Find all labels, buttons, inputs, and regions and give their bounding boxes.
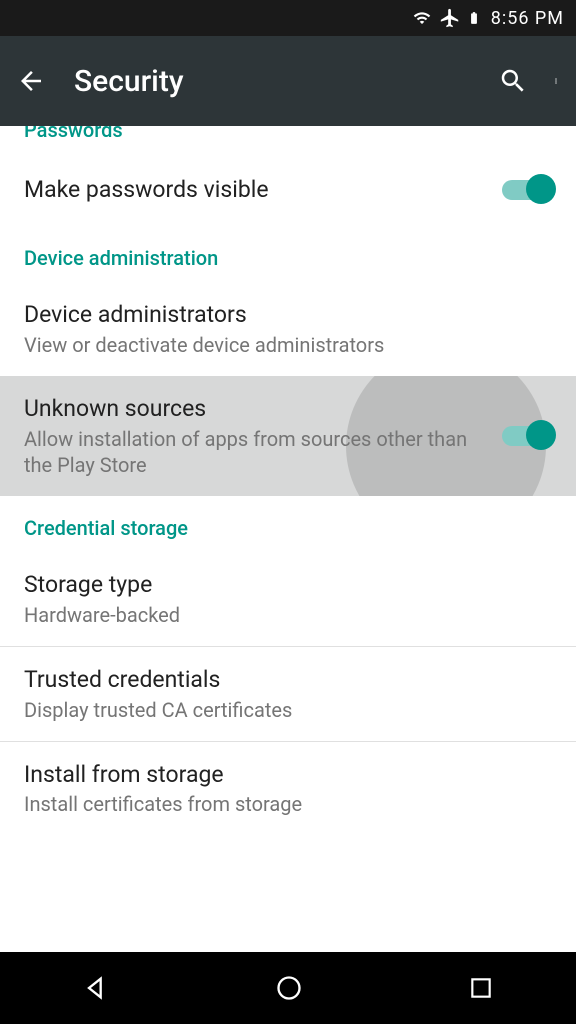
- section-credential-storage: Credential storage: [0, 496, 576, 552]
- page-title: Security: [74, 64, 498, 99]
- setting-subtitle: Hardware-backed: [24, 602, 552, 628]
- setting-title: Make passwords visible: [24, 175, 486, 205]
- section-passwords: Passwords: [0, 126, 576, 154]
- wifi-icon: [411, 9, 433, 27]
- setting-trusted-credentials[interactable]: Trusted credentials Display trusted CA c…: [0, 647, 576, 741]
- setting-storage-type[interactable]: Storage type Hardware-backed: [0, 552, 576, 646]
- battery-icon: [467, 7, 481, 29]
- toggle-unknown-sources[interactable]: [502, 426, 552, 446]
- setting-title: Unknown sources: [24, 394, 486, 424]
- setting-device-administrators[interactable]: Device administrators View or deactivate…: [0, 282, 576, 376]
- setting-title: Storage type: [24, 570, 552, 600]
- status-bar: 8:56 PM: [0, 0, 576, 36]
- setting-unknown-sources[interactable]: Unknown sources Allow installation of ap…: [0, 376, 576, 496]
- search-button[interactable]: [498, 66, 528, 96]
- more-vert-icon: [552, 66, 560, 96]
- setting-title: Trusted credentials: [24, 665, 552, 695]
- arrow-back-icon: [16, 66, 46, 96]
- setting-title: Device administrators: [24, 300, 552, 330]
- status-time: 8:56 PM: [491, 8, 564, 29]
- nav-back-button[interactable]: [82, 974, 110, 1002]
- setting-make-passwords-visible[interactable]: Make passwords visible: [0, 154, 576, 226]
- setting-subtitle: Allow installation of apps from sources …: [24, 426, 486, 478]
- search-icon: [498, 66, 528, 96]
- airplane-icon: [439, 7, 461, 29]
- app-bar: Security: [0, 36, 576, 126]
- setting-subtitle: View or deactivate device administrators: [24, 332, 552, 358]
- section-device-administration: Device administration: [0, 226, 576, 282]
- status-icons: 8:56 PM: [411, 7, 564, 29]
- toggle-make-passwords-visible[interactable]: [502, 180, 552, 200]
- setting-install-from-storage[interactable]: Install from storage Install certificate…: [0, 742, 576, 836]
- nav-recent-button[interactable]: [468, 975, 494, 1001]
- circle-home-icon: [275, 974, 303, 1002]
- navigation-bar: [0, 952, 576, 1024]
- back-button[interactable]: [16, 66, 46, 96]
- overflow-menu-button[interactable]: [552, 66, 560, 96]
- setting-title: Install from storage: [24, 760, 552, 790]
- setting-subtitle: Install certificates from storage: [24, 791, 552, 817]
- settings-content[interactable]: Passwords Make passwords visible Device …: [0, 126, 576, 952]
- nav-home-button[interactable]: [275, 974, 303, 1002]
- setting-subtitle: Display trusted CA certificates: [24, 697, 552, 723]
- triangle-back-icon: [82, 974, 110, 1002]
- square-recent-icon: [468, 975, 494, 1001]
